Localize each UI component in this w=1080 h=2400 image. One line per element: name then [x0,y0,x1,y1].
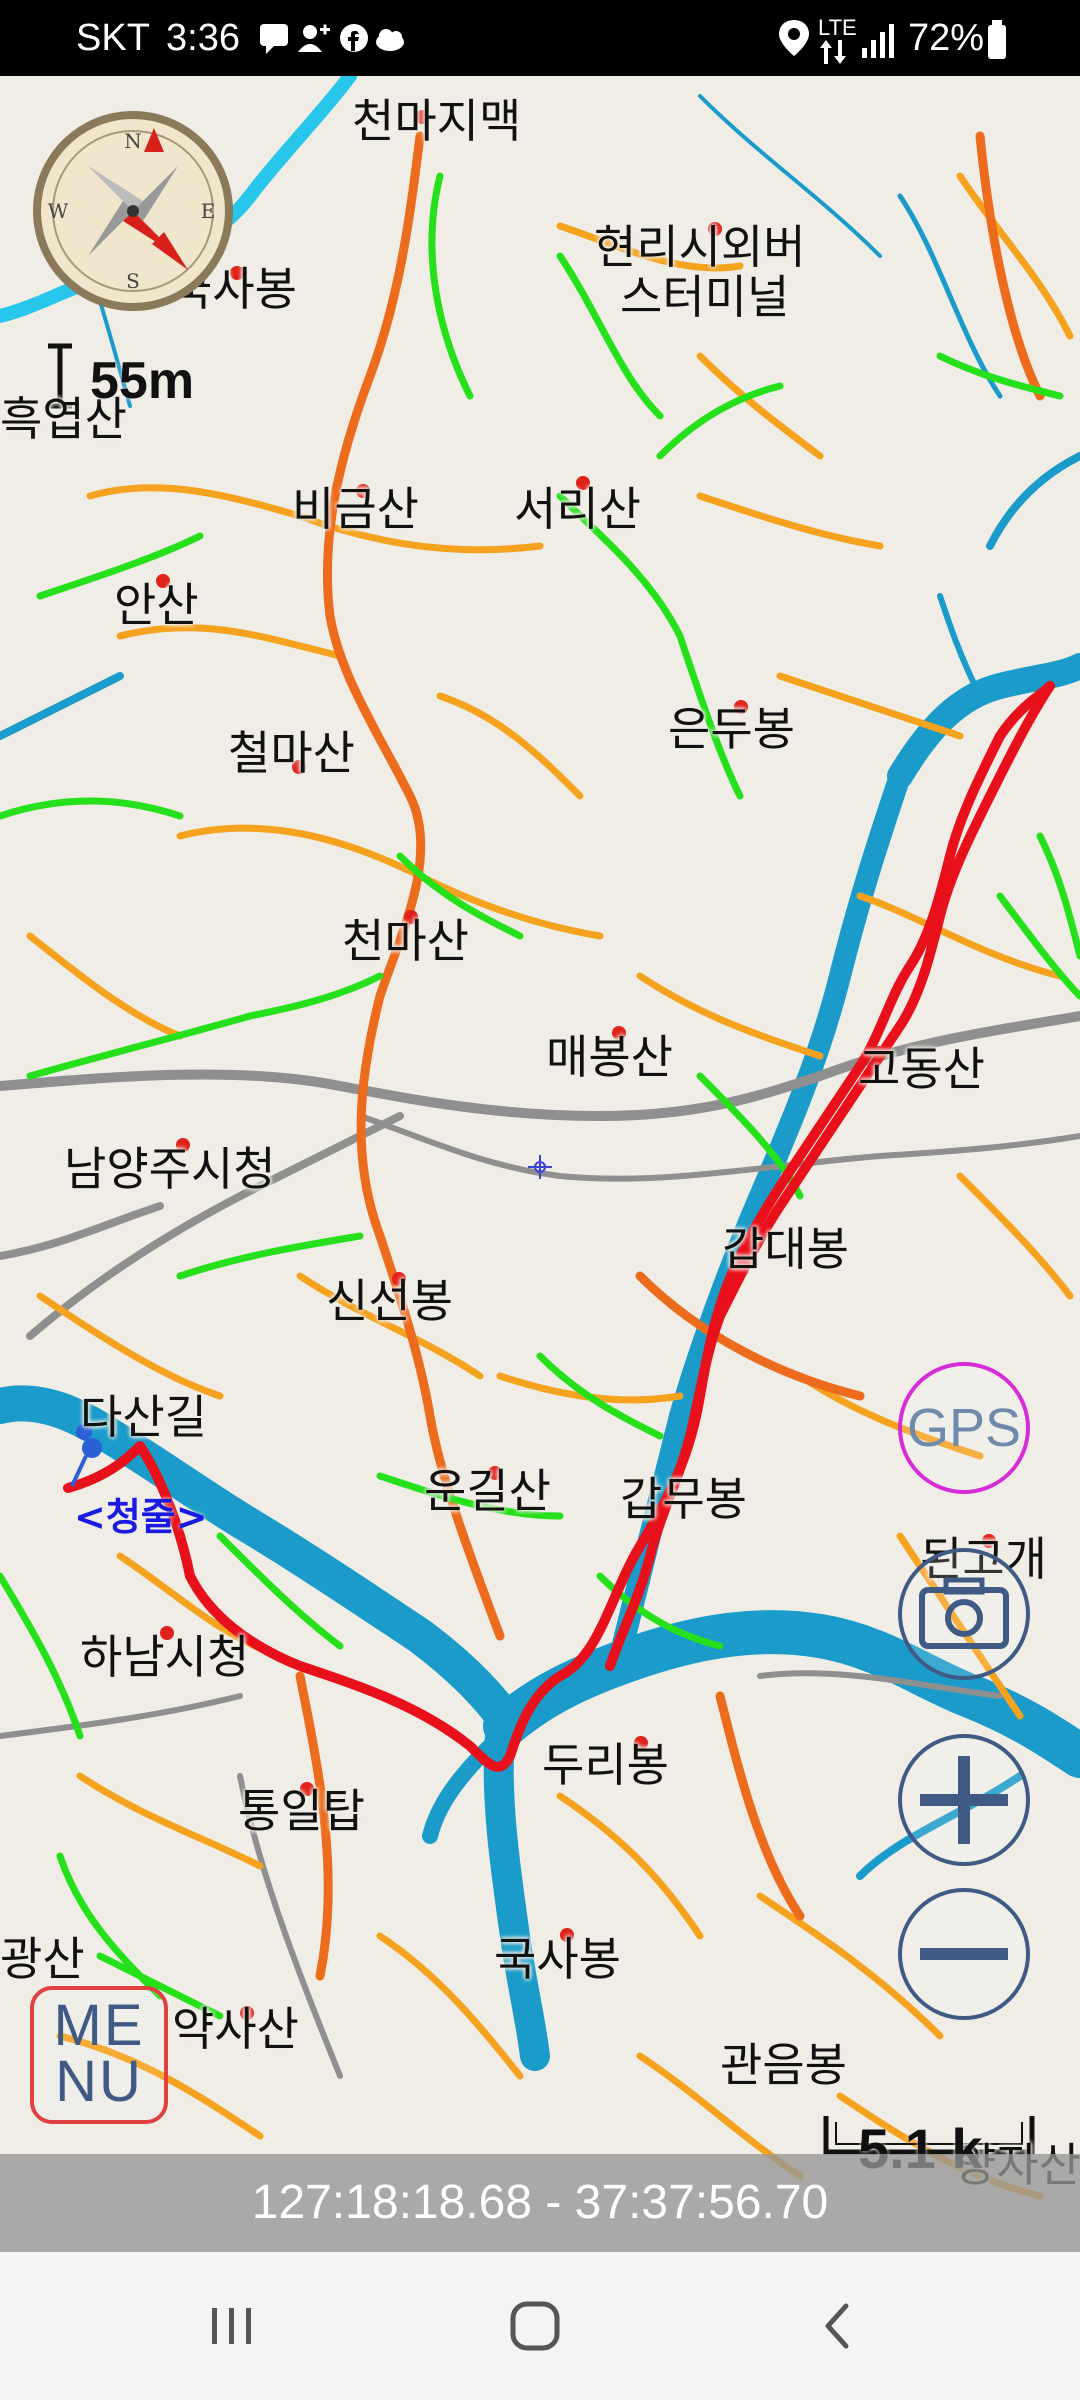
camera-button[interactable] [896,1546,1032,1682]
place-label: 서리산 [514,482,641,536]
place-label: 철마산 [228,726,355,780]
place-label: 관음봉 [720,2038,847,2092]
menu-label-top: ME [53,1993,145,2058]
navigation-bar [0,2252,1080,2400]
place-label: 갑대봉 [722,1222,849,1276]
svg-text:N: N [124,129,142,153]
map-view[interactable]: 천마지맥 현리시외버 스터미널 국사봉 흑엽산 비금산 서리산 안산 철마산 은… [0,76,1080,2252]
place-label: 신선봉 [326,1274,453,1328]
place-label: 통일탑 [238,1784,365,1838]
svg-text:W: W [48,199,69,223]
carrier-label: SKT [76,17,150,59]
person-add-icon [298,24,330,52]
back-icon [825,2303,849,2349]
lte-arrows-icon [820,40,846,64]
gps-button[interactable]: GPS [896,1360,1032,1496]
clock: 3:36 [166,17,240,59]
status-bar: SKT 3:36 LTE 72% [0,0,1080,76]
place-label: 안산 [114,578,199,632]
place-label: 스터미널 [620,270,790,324]
camera-icon [898,1548,1030,1680]
place-label: 매봉산 [546,1030,673,1084]
place-label: 광산 [0,1932,85,1986]
place-label: 약사산 [172,2002,299,2056]
zoom-out-button[interactable] [896,1886,1032,2022]
compass-button[interactable]: N S W E [28,106,238,316]
place-label: 국사봉 [494,1932,621,1986]
facebook-icon [340,24,368,52]
message-icon [260,24,288,54]
signal-icon [862,24,894,58]
svg-text:E: E [201,199,216,223]
minus-icon [898,1888,1030,2020]
recents-button[interactable] [162,2252,302,2400]
home-button[interactable] [465,2252,605,2400]
place-label: 은두봉 [668,702,795,756]
zoom-in-button[interactable] [896,1732,1032,1868]
place-label: 고동산 [858,1042,985,1096]
place-label: 운길산 [424,1464,551,1518]
gps-label: GPS [906,1398,1022,1458]
place-label: 비금산 [292,482,419,536]
battery-percent: 72% [908,17,985,59]
coordinate-readout: 127:18:18.68 - 37:37:56.70 [251,2176,829,2229]
notification-icons [260,24,404,54]
place-label: 천마지맥 [352,94,522,148]
location-icon [779,20,809,56]
menu-label-bottom: NU [55,2049,143,2114]
svg-text:S: S [126,269,140,293]
place-label: 갑무봉 [620,1472,747,1526]
back-button[interactable] [768,2252,908,2400]
plus-icon [898,1734,1030,1866]
compass-icon: N S W E [33,111,233,311]
scale-left-label: 55m [90,352,195,410]
cloud-icon [376,29,404,51]
menu-button[interactable]: ME NU [30,1986,168,2124]
recents-icon [212,2308,251,2344]
battery-icon [988,20,1006,59]
home-icon [510,2301,560,2351]
place-label: 천마산 [342,914,469,968]
coordinate-bar: 127:18:18.68 - 37:37:56.70 [0,2154,1080,2252]
place-label: 두리봉 [542,1738,669,1792]
place-label: 하남시청 [80,1630,250,1684]
place-label: 다산길 [80,1390,207,1444]
start-point-label: <청줄> [74,1495,208,1539]
place-label: 남양주시청 [64,1142,276,1196]
place-label: 현리시외버 [594,220,806,274]
